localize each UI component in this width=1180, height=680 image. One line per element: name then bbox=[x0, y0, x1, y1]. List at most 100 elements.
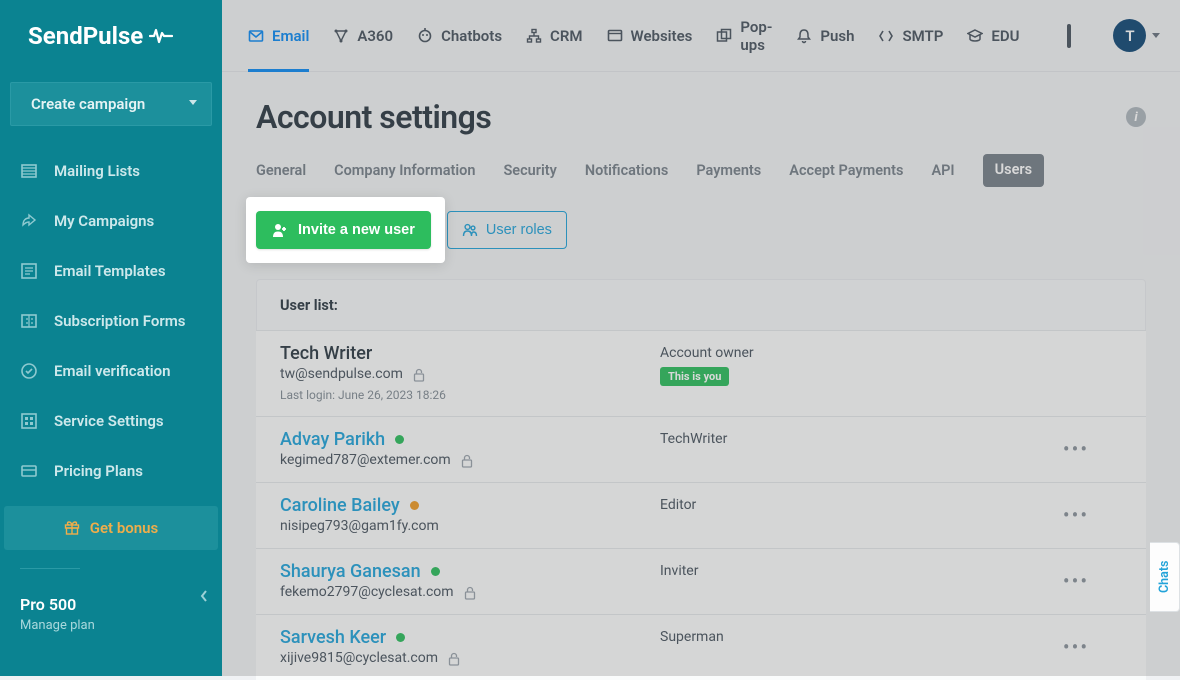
tab-security[interactable]: Security bbox=[503, 154, 556, 187]
manage-plan-link[interactable]: Manage plan bbox=[20, 618, 202, 633]
topnav-item-label: Chatbots bbox=[441, 27, 502, 45]
topnav-item-label: A360 bbox=[357, 27, 393, 45]
nav-icon bbox=[20, 262, 38, 280]
user-role: Account ownerThis is you bbox=[660, 343, 1062, 386]
lock-icon bbox=[448, 652, 460, 664]
topnav-item[interactable]: Email bbox=[248, 0, 309, 72]
user-menu[interactable]: T bbox=[1113, 19, 1160, 52]
sidebar-item-label: Email verification bbox=[54, 362, 171, 380]
user-roles-label: User roles bbox=[486, 222, 552, 238]
sidebar-item[interactable]: My Campaigns bbox=[0, 196, 222, 246]
topnav-item-label: CRM bbox=[550, 27, 582, 45]
sidebar-item[interactable]: Pricing Plans bbox=[0, 446, 222, 496]
user-list-header: User list: bbox=[256, 279, 1146, 330]
sidebar-item-label: Email Templates bbox=[54, 262, 166, 280]
more-button[interactable]: ••• bbox=[1062, 435, 1090, 463]
tab-api[interactable]: API bbox=[931, 154, 954, 187]
topnav-item-label: SMTP bbox=[902, 27, 943, 45]
nav-icon bbox=[20, 362, 38, 380]
tab-notifications[interactable]: Notifications bbox=[585, 154, 669, 187]
topnav: Email A360 Chatbots CRM Websites Pop-ups Push S… bbox=[222, 0, 1180, 72]
topnav-item[interactable]: Pop-ups bbox=[716, 0, 772, 72]
add-user-icon bbox=[272, 222, 288, 238]
user-name[interactable]: Sarvesh Keer bbox=[280, 627, 660, 648]
topnav-item[interactable]: Push bbox=[796, 0, 854, 72]
topnav-item[interactable]: Websites bbox=[607, 0, 693, 72]
user-name: Tech Writer bbox=[280, 343, 660, 364]
status-dot-icon bbox=[395, 435, 404, 444]
page-title: Account settings bbox=[256, 98, 491, 136]
user-row: Shaurya Ganesan fekemo2797@cyclesat.com … bbox=[256, 548, 1146, 614]
topnav-icon bbox=[417, 28, 433, 44]
more-button[interactable]: ••• bbox=[1062, 567, 1090, 595]
more-button[interactable]: ••• bbox=[1062, 633, 1090, 661]
topnav-item-label: Pop-ups bbox=[740, 18, 772, 54]
chevron-down-icon bbox=[1152, 33, 1160, 38]
chevron-down-icon bbox=[189, 100, 197, 108]
topnav-item[interactable]: EDU bbox=[967, 0, 1019, 72]
chats-side-tab[interactable]: Chats bbox=[1150, 542, 1180, 612]
status-dot-icon bbox=[431, 567, 440, 576]
brand-name: SendPulse bbox=[28, 22, 143, 50]
tab-users[interactable]: Users bbox=[983, 154, 1044, 187]
user-roles-button[interactable]: User roles bbox=[447, 211, 567, 249]
tab-company-information[interactable]: Company Information bbox=[334, 154, 475, 187]
user-email: tw@sendpulse.com bbox=[280, 366, 660, 382]
topnav-item[interactable]: A360 bbox=[333, 0, 393, 72]
user-row: Tech Writer tw@sendpulse.com Last login: … bbox=[256, 330, 1146, 416]
topnav-icon bbox=[526, 28, 542, 44]
sidebar-item[interactable]: Email verification bbox=[0, 346, 222, 396]
sidebar-item[interactable]: Email Templates bbox=[0, 246, 222, 296]
nav-icon bbox=[20, 312, 38, 330]
invite-user-button[interactable]: Invite a new user bbox=[256, 211, 431, 249]
user-name[interactable]: Shaurya Ganesan bbox=[280, 561, 660, 582]
mobile-icon[interactable] bbox=[1067, 24, 1071, 48]
sidebar-collapse-button[interactable] bbox=[196, 588, 212, 604]
info-icon[interactable]: i bbox=[1126, 107, 1146, 127]
more-button[interactable]: ••• bbox=[1062, 501, 1090, 529]
topnav-icon bbox=[607, 28, 623, 44]
user-name[interactable]: Caroline Bailey bbox=[280, 495, 660, 516]
topnav-item[interactable]: CRM bbox=[526, 0, 582, 72]
lock-icon bbox=[464, 586, 476, 598]
user-role: Editor bbox=[660, 495, 1062, 513]
topnav-icon bbox=[878, 28, 894, 44]
user-name[interactable]: Advay Parikh bbox=[280, 429, 660, 450]
tab-general[interactable]: General bbox=[256, 154, 306, 187]
user-row: Sarvesh Keer xijive9815@cyclesat.com Sup… bbox=[256, 614, 1146, 680]
topnav-item-label: Email bbox=[272, 27, 309, 45]
sidebar-item-label: Mailing Lists bbox=[54, 162, 140, 180]
topnav-item[interactable]: SMTP bbox=[878, 0, 943, 72]
user-row: Caroline Bailey nisipeg793@gam1fy.comEdi… bbox=[256, 482, 1146, 548]
topnav-item-label: EDU bbox=[991, 27, 1019, 45]
user-email: kegimed787@extemer.com bbox=[280, 452, 660, 468]
create-campaign-button[interactable]: Create campaign bbox=[10, 82, 212, 126]
sidebar-item[interactable]: Subscription Forms bbox=[0, 296, 222, 346]
plan-box: Pro 500 Manage plan bbox=[0, 577, 222, 633]
user-email: fekemo2797@cyclesat.com bbox=[280, 584, 660, 600]
sidebar-item[interactable]: Service Settings bbox=[0, 396, 222, 446]
lock-icon bbox=[413, 368, 425, 380]
tab-accept-payments[interactable]: Accept Payments bbox=[789, 154, 903, 187]
create-campaign-label: Create campaign bbox=[31, 95, 145, 113]
user-email: xijive9815@cyclesat.com bbox=[280, 650, 660, 666]
topnav-icon bbox=[967, 28, 983, 44]
invite-user-label: Invite a new user bbox=[298, 222, 415, 238]
get-bonus-button[interactable]: Get bonus bbox=[4, 506, 218, 550]
user-role: TechWriter bbox=[660, 429, 1062, 447]
tab-payments[interactable]: Payments bbox=[696, 154, 761, 187]
topnav-item-label: Push bbox=[820, 27, 854, 45]
status-dot-icon bbox=[396, 633, 405, 642]
plan-name: Pro 500 bbox=[20, 595, 202, 614]
sidebar: SendPulse Create campaign Mailing Lists M… bbox=[0, 0, 222, 676]
sidebar-item[interactable]: Mailing Lists bbox=[0, 146, 222, 196]
topnav-item[interactable]: Chatbots bbox=[417, 0, 502, 72]
last-login: Last login: June 26, 2023 18:26 bbox=[280, 388, 660, 402]
highlight-callout: Invite a new user bbox=[246, 197, 445, 263]
nav-icon bbox=[20, 212, 38, 230]
pulse-icon bbox=[149, 27, 173, 45]
sidebar-item-label: Pricing Plans bbox=[54, 462, 143, 480]
get-bonus-label: Get bonus bbox=[90, 519, 158, 537]
brand-logo[interactable]: SendPulse bbox=[0, 0, 222, 72]
nav-icon bbox=[20, 412, 38, 430]
